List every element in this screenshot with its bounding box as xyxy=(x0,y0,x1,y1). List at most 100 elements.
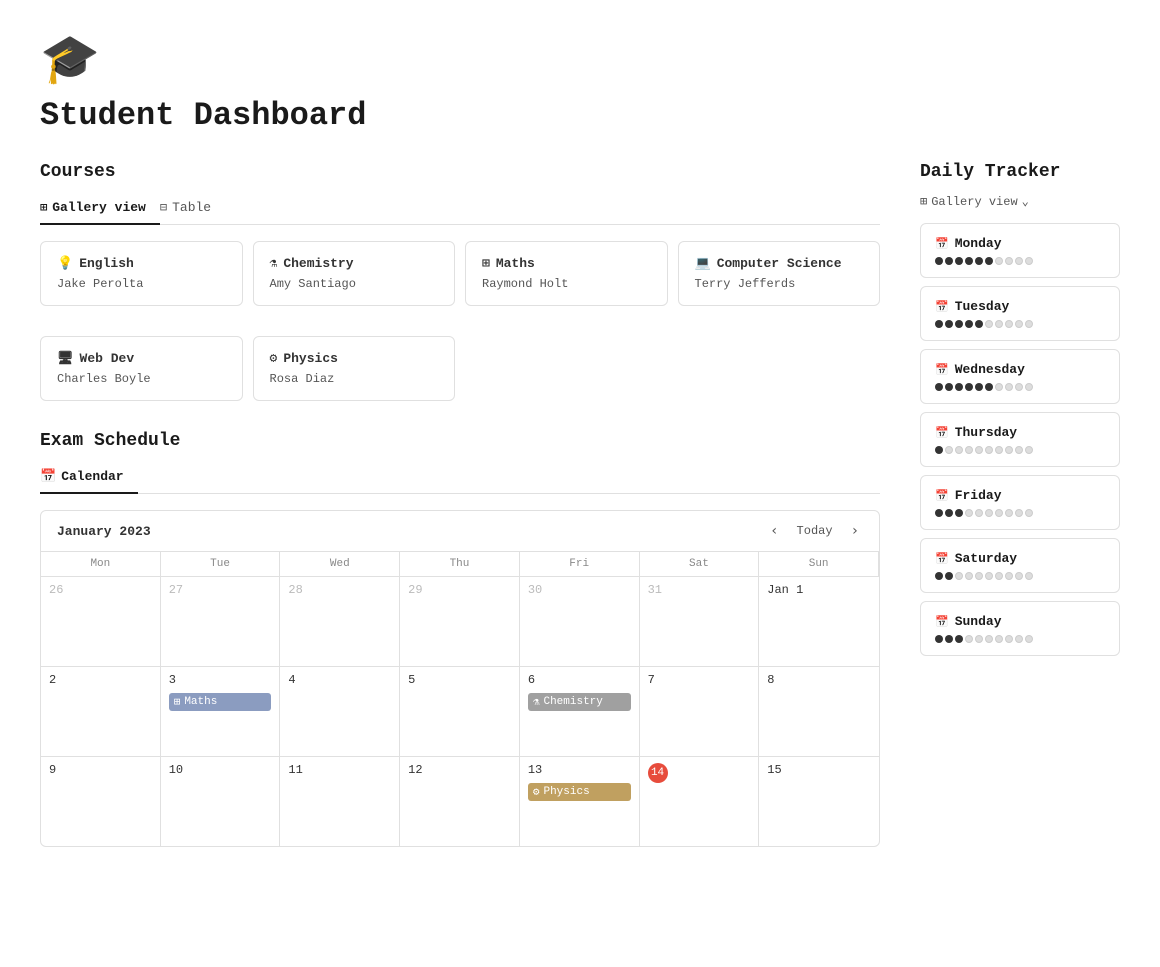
gallery-icon: ⊞ xyxy=(40,200,47,215)
cal-cell-8[interactable]: 8 xyxy=(759,666,879,756)
dot-filled xyxy=(935,257,943,265)
dot-empty xyxy=(1025,635,1033,643)
calendar-small-icon: 📅 xyxy=(935,552,949,566)
courses-grid-row2: 🖥 Web Dev Charles Boyle ⚙ Physics Rosa D… xyxy=(40,336,880,401)
tracker-card-thursday[interactable]: 📅Thursday xyxy=(920,412,1120,467)
tracker-card-sunday[interactable]: 📅Sunday xyxy=(920,601,1120,656)
table-icon: ⊟ xyxy=(160,200,167,215)
dot-filled xyxy=(955,257,963,265)
tracker-card-monday[interactable]: 📅Monday xyxy=(920,223,1120,278)
course-name-maths: ⊞ Maths xyxy=(482,256,651,271)
dot-empty xyxy=(975,509,983,517)
course-card-cs[interactable]: 💻 Computer Science Terry Jefferds xyxy=(678,241,881,306)
dot-filled xyxy=(945,509,953,517)
cal-cell-13[interactable]: 13 ⚙ Physics xyxy=(520,756,640,846)
dot-filled xyxy=(975,320,983,328)
course-card-maths[interactable]: ⊞ Maths Raymond Holt xyxy=(465,241,668,306)
webdev-icon: 🖥 xyxy=(57,351,74,366)
tab-calendar[interactable]: 📅 Calendar xyxy=(40,463,138,494)
dot-filled xyxy=(945,572,953,580)
dot-empty xyxy=(1025,320,1033,328)
teacher-physics: Rosa Diaz xyxy=(270,372,439,386)
tracker-day-label-saturday: 📅Saturday xyxy=(935,551,1105,566)
cal-cell-4[interactable]: 4 xyxy=(280,666,400,756)
cal-cell-26[interactable]: 26 xyxy=(41,576,161,666)
calendar-small-icon: 📅 xyxy=(935,489,949,503)
tracker-card-wednesday[interactable]: 📅Wednesday xyxy=(920,349,1120,404)
event-maths[interactable]: ⊞ Maths xyxy=(169,693,272,711)
cal-cell-2[interactable]: 2 xyxy=(41,666,161,756)
cal-cell-15[interactable]: 15 xyxy=(759,756,879,846)
dot-empty xyxy=(985,320,993,328)
dot-filled xyxy=(955,635,963,643)
dot-empty xyxy=(1025,257,1033,265)
exam-schedule-section: Exam Schedule 📅 Calendar January 2023 ‹ … xyxy=(40,431,880,847)
tracker-card-tuesday[interactable]: 📅Tuesday xyxy=(920,286,1120,341)
cal-cell-7[interactable]: 7 xyxy=(640,666,760,756)
course-card-english[interactable]: 💡 English Jake Perolta xyxy=(40,241,243,306)
tab-gallery-view[interactable]: ⊞ Gallery view xyxy=(40,194,160,225)
cal-cell-27[interactable]: 27 xyxy=(161,576,281,666)
tracker-card-friday[interactable]: 📅Friday xyxy=(920,475,1120,530)
nav-next[interactable]: › xyxy=(847,521,863,541)
cs-icon: 💻 xyxy=(695,256,711,271)
dot-empty xyxy=(1025,509,1033,517)
tracker-dots-sunday xyxy=(935,635,1105,643)
dot-empty xyxy=(965,509,973,517)
cal-cell-31[interactable]: 31 xyxy=(640,576,760,666)
day-header-sat: Sat xyxy=(640,551,760,576)
dot-filled xyxy=(945,383,953,391)
dot-empty xyxy=(995,383,1003,391)
event-physics[interactable]: ⚙ Physics xyxy=(528,783,631,801)
course-name-webdev: 🖥 Web Dev xyxy=(57,351,226,366)
courses-tabs: ⊞ Gallery view ⊟ Table xyxy=(40,194,880,225)
today-button[interactable]: Today xyxy=(791,522,839,540)
cal-cell-jan1[interactable]: Jan 1 xyxy=(759,576,879,666)
dot-empty xyxy=(1025,446,1033,454)
dot-filled xyxy=(945,320,953,328)
tab-table[interactable]: ⊟ Table xyxy=(160,194,225,225)
courses-title: Courses xyxy=(40,162,880,182)
cal-cell-12[interactable]: 12 xyxy=(400,756,520,846)
cal-cell-30[interactable]: 30 xyxy=(520,576,640,666)
course-card-webdev[interactable]: 🖥 Web Dev Charles Boyle xyxy=(40,336,243,401)
course-name-physics: ⚙ Physics xyxy=(270,351,439,366)
cal-cell-28[interactable]: 28 xyxy=(280,576,400,666)
cal-cell-9[interactable]: 9 xyxy=(41,756,161,846)
dot-filled xyxy=(935,320,943,328)
nav-prev[interactable]: ‹ xyxy=(766,521,782,541)
tracker-dots-wednesday xyxy=(935,383,1105,391)
dot-empty xyxy=(985,446,993,454)
cal-cell-11[interactable]: 11 xyxy=(280,756,400,846)
cal-cell-10[interactable]: 10 xyxy=(161,756,281,846)
cal-cell-29[interactable]: 29 xyxy=(400,576,520,666)
course-name-chemistry: ⚗ Chemistry xyxy=(270,256,439,271)
calendar: January 2023 ‹ Today › Mon Tue Wed Thu F… xyxy=(40,510,880,847)
event-chemistry[interactable]: ⚗ Chemistry xyxy=(528,693,631,711)
teacher-cs: Terry Jefferds xyxy=(695,277,864,291)
dot-empty xyxy=(985,509,993,517)
dot-filled xyxy=(965,257,973,265)
course-card-chemistry[interactable]: ⚗ Chemistry Amy Santiago xyxy=(253,241,456,306)
dot-filled xyxy=(935,446,943,454)
cal-cell-3[interactable]: 3 ⊞ Maths xyxy=(161,666,281,756)
dot-empty xyxy=(1005,635,1013,643)
dot-empty xyxy=(965,446,973,454)
exam-schedule-title: Exam Schedule xyxy=(40,431,880,451)
dot-filled xyxy=(955,383,963,391)
cal-cell-5[interactable]: 5 xyxy=(400,666,520,756)
cal-cell-6[interactable]: 6 ⚗ Chemistry xyxy=(520,666,640,756)
calendar-small-icon: 📅 xyxy=(935,237,949,251)
dot-empty xyxy=(975,572,983,580)
dot-empty xyxy=(995,509,1003,517)
dot-filled xyxy=(935,572,943,580)
day-header-fri: Fri xyxy=(520,551,640,576)
course-card-physics[interactable]: ⚙ Physics Rosa Diaz xyxy=(253,336,456,401)
dot-filled xyxy=(975,383,983,391)
tracker-view-button[interactable]: ⊞ Gallery view ⌄ xyxy=(920,194,1120,209)
tracker-card-saturday[interactable]: 📅Saturday xyxy=(920,538,1120,593)
teacher-chemistry: Amy Santiago xyxy=(270,277,439,291)
cal-cell-14[interactable]: 14 xyxy=(640,756,760,846)
chemistry-icon: ⚗ xyxy=(270,256,278,271)
dot-empty xyxy=(955,446,963,454)
